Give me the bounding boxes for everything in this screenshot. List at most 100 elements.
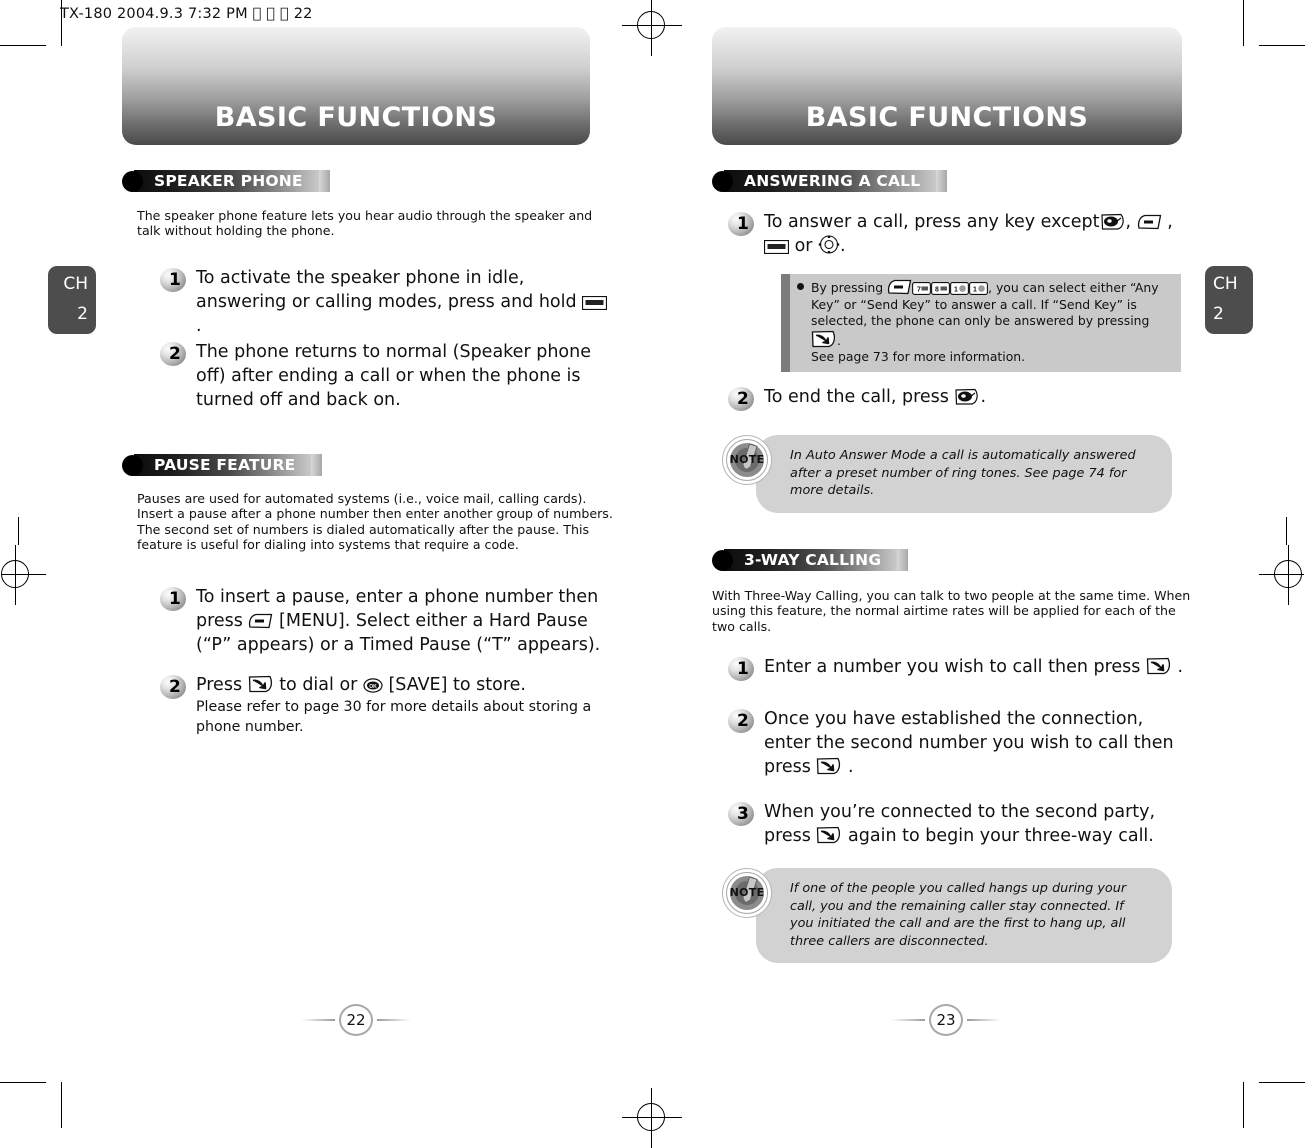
step-number: 2 bbox=[737, 389, 749, 409]
step-text-part: . bbox=[840, 236, 846, 256]
crop-mark-bottom-left-h bbox=[0, 1082, 46, 1083]
menu-key-icon bbox=[1137, 214, 1162, 230]
section-bullet-icon bbox=[122, 454, 143, 476]
section-header-3-way-calling: 3-WAY CALLING bbox=[712, 549, 909, 571]
note-callout-auto-answer: NOTE In Auto Answer Mode a call is autom… bbox=[722, 435, 1172, 513]
left-page-banner: BASIC FUNCTIONS bbox=[122, 27, 590, 145]
registration-mark-top bbox=[622, 0, 682, 56]
step-number: 2 bbox=[169, 344, 181, 364]
step-text-part: Enter a number you wish to call then pre… bbox=[764, 657, 1146, 677]
step-number: 1 bbox=[169, 270, 181, 290]
step-number: 3 bbox=[737, 804, 749, 824]
step-text: The phone returns to normal (Speaker pho… bbox=[196, 342, 591, 410]
crop-mark-top-right-v bbox=[1243, 0, 1244, 46]
chapter-tab-left: CH 2 bbox=[48, 266, 96, 334]
registration-mark-left bbox=[0, 545, 46, 605]
step-number-badge: 2 bbox=[160, 342, 190, 368]
page-number-wing-right bbox=[967, 1019, 1001, 1021]
note-badge-label: NOTE bbox=[729, 886, 765, 899]
step-subtext: Please refer to page 30 for more details… bbox=[196, 699, 592, 735]
step-text-part: again to begin your three-way call. bbox=[842, 826, 1154, 846]
section-tail bbox=[897, 549, 909, 571]
registration-mark-bottom bbox=[622, 1088, 682, 1148]
step-3way-2: 2 Once you have established the connecti… bbox=[728, 707, 1178, 779]
step-text: To insert a pause, enter a phone number … bbox=[196, 585, 620, 657]
page-number-right: 23 bbox=[891, 1003, 1001, 1037]
page-number-wing-left bbox=[301, 1019, 335, 1021]
step-number: 1 bbox=[737, 214, 749, 234]
page-number-left-value: 22 bbox=[339, 1004, 373, 1036]
step-pause-2: 2 Press to dial or OK [SAVE] to store. P… bbox=[160, 673, 620, 737]
grey-note-part: . bbox=[837, 332, 841, 348]
step-number-badge: 1 bbox=[160, 587, 190, 613]
section-tail bbox=[311, 454, 323, 476]
grey-note-part: By pressing bbox=[811, 280, 888, 295]
chapter-tab-left-label: CH bbox=[63, 274, 88, 294]
step-number-badge: 2 bbox=[728, 709, 758, 735]
page-number-wing-left bbox=[891, 1019, 925, 1021]
chapter-tab-right-number: 2 bbox=[1213, 304, 1224, 324]
step-text: Press to dial or OK [SAVE] to store. Ple… bbox=[196, 673, 620, 737]
send-key-icon bbox=[811, 330, 837, 348]
navigation-key-icon bbox=[818, 235, 840, 254]
step-text-part: Press bbox=[196, 675, 248, 695]
speaker-key-icon bbox=[582, 296, 608, 310]
svg-text:8: 8 bbox=[935, 286, 939, 293]
step-number: 2 bbox=[737, 711, 749, 731]
note-badge-label: NOTE bbox=[729, 453, 765, 466]
section-bullet-icon bbox=[122, 170, 143, 192]
step-text: When you’re connected to the second part… bbox=[764, 800, 1178, 848]
num-8-key-icon: 8 bbox=[931, 282, 951, 295]
crop-mark-bottom-right-h bbox=[1259, 1082, 1305, 1083]
step-number: 1 bbox=[169, 589, 181, 609]
right-banner-title: BASIC FUNCTIONS bbox=[805, 102, 1089, 133]
step-number-badge: 2 bbox=[160, 675, 190, 701]
crop-mark-bottom-left-v bbox=[61, 1082, 62, 1128]
page-number-wing-right bbox=[377, 1019, 411, 1021]
send-key-icon bbox=[248, 675, 274, 693]
step-pause-1: 1 To insert a pause, enter a phone numbe… bbox=[160, 585, 620, 657]
step-text-part: To answer a call, press any key except bbox=[764, 212, 1100, 232]
left-banner-title: BASIC FUNCTIONS bbox=[214, 102, 498, 133]
step-text-part: to dial or bbox=[273, 675, 363, 695]
step-number-badge: 1 bbox=[728, 212, 758, 238]
step-text: To activate the speaker phone in idle, a… bbox=[196, 266, 610, 338]
chapter-tab-left-number: 2 bbox=[77, 304, 88, 324]
right-page-banner: BASIC FUNCTIONS bbox=[712, 27, 1182, 145]
step-number-badge: 1 bbox=[160, 268, 190, 294]
grey-note-text: By pressing 7811, you can select either … bbox=[811, 274, 1181, 372]
page-number-left: 22 bbox=[301, 1003, 411, 1037]
step-number-badge: 2 bbox=[728, 387, 758, 413]
crop-mark-top-left-h bbox=[0, 45, 46, 46]
step-3way-1: 1 Enter a number you wish to call then p… bbox=[728, 655, 1188, 683]
end-key-icon bbox=[1100, 213, 1126, 230]
menu-key-icon bbox=[248, 613, 273, 629]
section-title-speaker-phone: SPEAKER PHONE bbox=[154, 172, 303, 190]
registration-mark-right bbox=[1259, 545, 1305, 605]
send-key-icon bbox=[816, 757, 842, 775]
fold-mark-left bbox=[18, 517, 19, 545]
print-meta-line: TX-180 2004.9.3 7:32 PM    22 bbox=[60, 6, 312, 22]
step-text: Enter a number you wish to call then pre… bbox=[764, 655, 1183, 679]
num-1-key-icon: 1 bbox=[950, 282, 970, 295]
step-text: Once you have established the connection… bbox=[764, 707, 1178, 779]
step-speaker-1: 1 To activate the speaker phone in idle,… bbox=[160, 266, 610, 338]
send-key-icon bbox=[816, 826, 842, 844]
step-text-part: To activate the speaker phone in idle, a… bbox=[196, 268, 583, 312]
step-text: To answer a call, press any key except, … bbox=[764, 210, 1173, 258]
chapter-tab-right: CH 2 bbox=[1205, 266, 1253, 334]
grey-note-answering: By pressing 7811, you can select either … bbox=[781, 274, 1181, 372]
step-number: 2 bbox=[169, 677, 181, 697]
grey-note-part: See page 73 for more information. bbox=[811, 349, 1026, 365]
step-text-part: . bbox=[1171, 657, 1184, 677]
num-1-key-icon: 1 bbox=[969, 282, 989, 295]
crop-mark-bottom-right-v bbox=[1243, 1082, 1244, 1128]
svg-text:7: 7 bbox=[917, 286, 921, 293]
svg-text:1: 1 bbox=[973, 286, 977, 293]
fold-mark-right bbox=[1286, 517, 1287, 545]
svg-text:OK: OK bbox=[369, 684, 377, 690]
manual-spread: TX-180 2004.9.3 7:32 PM    22 BASIC F… bbox=[0, 0, 1305, 1148]
step-text-part: . bbox=[980, 387, 987, 407]
end-key-icon bbox=[954, 388, 980, 405]
note-text: In Auto Answer Mode a call is automatica… bbox=[756, 435, 1172, 513]
